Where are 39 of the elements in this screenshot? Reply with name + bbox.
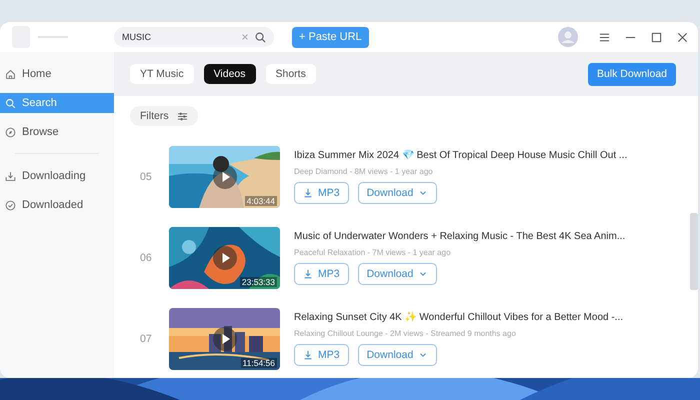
sidebar-item[interactable]: Downloaded <box>0 195 114 215</box>
search-text: MUSIC <box>122 32 152 42</box>
download-icon <box>5 170 16 182</box>
duration-label: 11:54:56 <box>240 358 277 368</box>
search-icon <box>5 98 16 108</box>
result-number: 05 <box>139 170 153 182</box>
video-title[interactable]: Ibiza Summer Mix 2024 💎 Best Of Tropical Deep House Music Chill Out ... <box>294 149 628 161</box>
video-title[interactable]: Relaxing Sunset City 4K ✨ Wonderful Chillout Vibes for a Better Mood -... <box>294 311 624 323</box>
sliders-icon <box>176 112 188 120</box>
video-meta: Peaceful Relaxation - 7M views - 1 year ago <box>294 248 452 256</box>
tab[interactable]: Shorts <box>266 64 316 84</box>
play-icon[interactable] <box>213 246 237 270</box>
result-number: 07 <box>139 332 153 344</box>
filters-button[interactable]: Filters <box>130 106 198 126</box>
home-icon <box>5 68 16 80</box>
check-circle-icon <box>5 200 16 210</box>
sidebar-item[interactable]: Browse <box>0 122 114 142</box>
duration-label: 23:53:33 <box>240 276 277 286</box>
video-title[interactable]: Music of Underwater Wonders + Relaxing Music - The Best 4K Sea Anim... <box>294 230 626 242</box>
video-meta: Deep Diamond - 8M views - 1 year ago <box>294 167 434 176</box>
tab[interactable]: Videos <box>204 64 256 84</box>
search-field[interactable]: MUSIC <box>114 27 274 47</box>
download-icon <box>303 188 313 198</box>
search-icon[interactable] <box>255 32 266 42</box>
close-icon[interactable] <box>677 32 688 42</box>
duration-label: 4:03:44 <box>244 196 277 206</box>
video-meta: Relaxing Chillout Lounge - 2M views - Streamed 9 months ago <box>294 329 517 338</box>
play-icon[interactable] <box>213 326 237 350</box>
sidebar-item[interactable]: Downloading <box>0 166 114 186</box>
download-icon <box>303 350 313 360</box>
play-icon[interactable] <box>213 164 237 188</box>
result-number: 06 <box>139 252 153 264</box>
sidebar-item[interactable]: Home <box>0 64 114 84</box>
compass-icon <box>5 126 16 138</box>
maximize-icon[interactable] <box>651 32 662 42</box>
download-icon <box>303 268 313 278</box>
tab[interactable]: YT Music <box>130 64 194 84</box>
scrollbar[interactable] <box>690 213 698 290</box>
menu-icon[interactable] <box>599 32 610 42</box>
